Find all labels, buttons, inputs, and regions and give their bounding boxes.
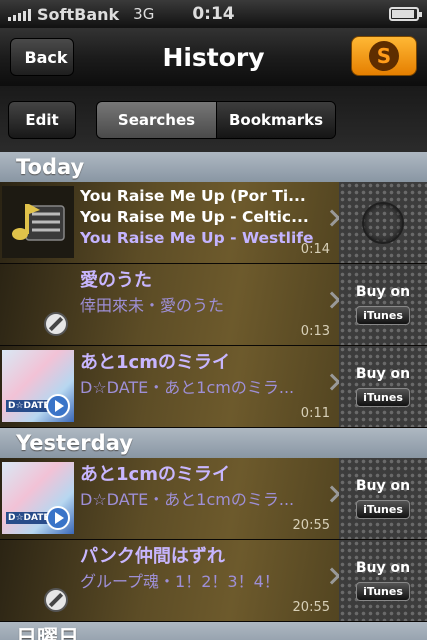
list-item[interactable]: パンク仲間はずれ グループ魂・1！2！3！4！ 20:55 Buy on iTu… — [0, 540, 427, 622]
navigation-bar: Back History S — [0, 28, 427, 86]
timestamp: 20:55 — [292, 600, 330, 615]
result-line: You Raise Me Up (Por Ti... — [80, 187, 306, 205]
itunes-button[interactable]: iTunes — [356, 306, 410, 325]
buy-panel: Buy on iTunes — [339, 346, 427, 427]
chevron-right-icon — [323, 485, 341, 503]
album-art-label: D☆DATE — [6, 512, 52, 524]
no-preview-icon — [2, 544, 74, 616]
section-header: Yesterday — [0, 428, 427, 458]
timestamp: 0:14 — [300, 242, 330, 257]
buy-panel: Buy on iTunes — [339, 264, 427, 345]
battery-icon — [389, 7, 422, 21]
buy-on-label: Buy on — [355, 366, 411, 382]
list-item[interactable]: You Raise Me Up (Por Ti... You Raise Me … — [0, 182, 427, 264]
itunes-button[interactable]: iTunes — [356, 582, 410, 601]
back-button[interactable]: Back — [10, 38, 74, 76]
soundhound-icon: S — [369, 41, 399, 71]
status-bar: SoftBank 3G 0:14 — [0, 0, 427, 28]
chevron-right-icon — [323, 567, 341, 585]
result-text: あと1cmのミライ D☆DATE・あと1cmのミラ... — [80, 462, 322, 512]
section-header: 日曜日 — [0, 622, 427, 640]
song-artist: D☆DATE・あと1cmのミラ... — [80, 490, 295, 509]
section-header: Today — [0, 152, 427, 182]
song-artist: 倖田來未・愛のうた — [80, 296, 225, 315]
timestamp: 0:11 — [300, 406, 330, 421]
status-clock: 0:14 — [192, 4, 235, 24]
result-line: You Raise Me Up - Westlife — [80, 229, 314, 247]
result-text: 愛のうた 倖田來未・愛のうた — [80, 268, 322, 318]
result-line: You Raise Me Up - Celtic... — [80, 208, 309, 226]
album-art: D☆DATE — [2, 350, 74, 422]
loading-spinner-icon — [362, 201, 404, 244]
album-art: D☆DATE — [2, 462, 74, 534]
song-artist: グループ魂・1！2！3！4！ — [80, 572, 280, 591]
play-icon[interactable] — [46, 506, 70, 530]
history-list[interactable]: Today You Raise Me Up (Por Ti... You Rai… — [0, 152, 427, 640]
list-item[interactable]: D☆DATE あと1cmのミライ D☆DATE・あと1cmのミラ... 20:5… — [0, 458, 427, 540]
music-note-list-icon — [2, 186, 74, 258]
buy-on-label: Buy on — [355, 284, 411, 300]
loading-panel — [339, 182, 427, 263]
album-art-label: D☆DATE — [6, 400, 52, 412]
itunes-button[interactable]: iTunes — [356, 388, 410, 407]
list-item[interactable]: 愛のうた 倖田來未・愛のうた 0:13 Buy on iTunes — [0, 264, 427, 346]
buy-panel: Buy on iTunes — [339, 540, 427, 621]
segmented-control: Searches Bookmarks — [96, 101, 336, 139]
chevron-right-icon — [323, 373, 341, 391]
song-title: 愛のうた — [80, 270, 152, 291]
song-artist: D☆DATE・あと1cmのミラ... — [80, 378, 295, 397]
chevron-right-icon — [323, 209, 341, 227]
song-title: あと1cmのミライ — [80, 352, 230, 373]
timestamp: 20:55 — [292, 518, 330, 533]
buy-on-label: Buy on — [355, 478, 411, 494]
result-text: パンク仲間はずれ グループ魂・1！2！3！4！ — [80, 544, 322, 594]
result-text: あと1cmのミライ D☆DATE・あと1cmのミラ... — [80, 350, 322, 400]
song-title: あと1cmのミライ — [80, 464, 230, 485]
list-item[interactable]: D☆DATE あと1cmのミライ D☆DATE・あと1cmのミラ... 0:11… — [0, 346, 427, 428]
play-icon[interactable] — [46, 394, 70, 418]
segment-bookmarks[interactable]: Bookmarks — [217, 102, 335, 138]
timestamp: 0:13 — [300, 324, 330, 339]
buy-on-label: Buy on — [355, 560, 411, 576]
history-toolbar: Edit Searches Bookmarks — [0, 86, 427, 152]
chevron-right-icon — [323, 291, 341, 309]
soundhound-button[interactable]: S — [351, 36, 417, 76]
edit-button[interactable]: Edit — [8, 101, 76, 139]
no-preview-icon — [2, 268, 74, 340]
itunes-button[interactable]: iTunes — [356, 500, 410, 519]
segment-searches[interactable]: Searches — [97, 102, 217, 138]
result-lines: You Raise Me Up (Por Ti... You Raise Me … — [80, 186, 322, 249]
buy-panel: Buy on iTunes — [339, 458, 427, 539]
song-title: パンク仲間はずれ — [80, 546, 225, 567]
